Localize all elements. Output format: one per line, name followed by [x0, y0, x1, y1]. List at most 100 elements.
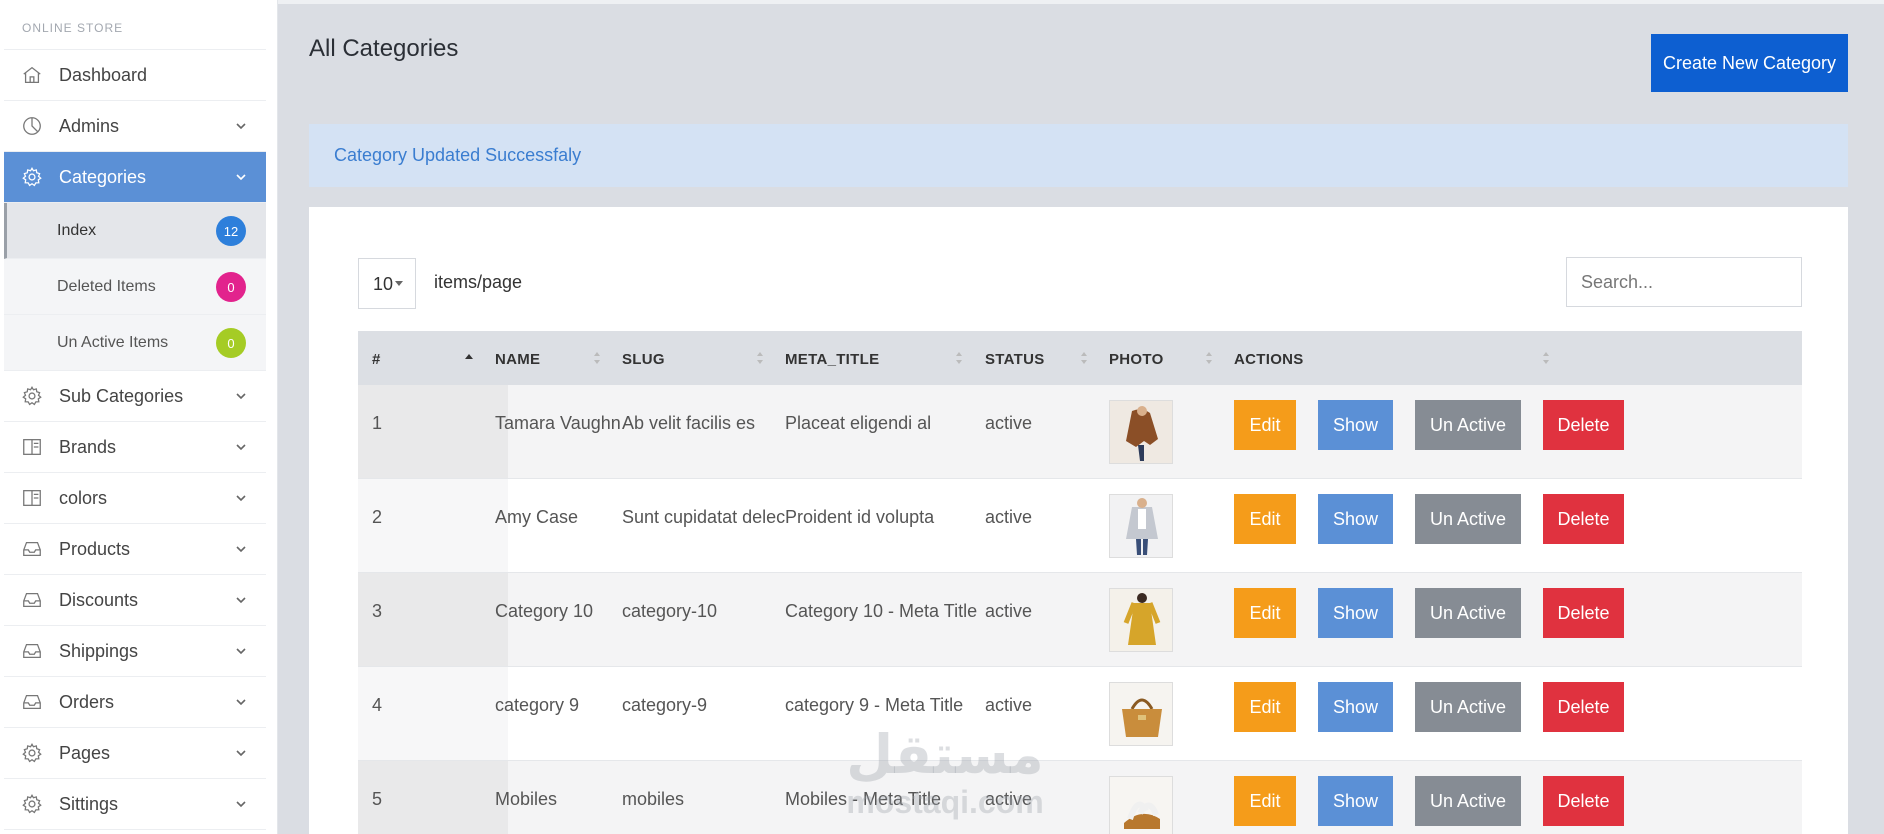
column-header-slug[interactable]: SLUG: [622, 331, 665, 385]
inbox-icon: [21, 691, 43, 713]
count-badge: 12: [216, 216, 246, 246]
cell-meta-title: Mobiles - Meta Title: [785, 789, 942, 809]
unactive-button[interactable]: Un Active: [1415, 588, 1521, 638]
show-button[interactable]: Show: [1318, 494, 1393, 544]
show-button[interactable]: Show: [1318, 400, 1393, 450]
sidebar-nav: ONLINE STORE Dashboard Admins Categories…: [4, 0, 266, 830]
edit-button[interactable]: Edit: [1234, 400, 1296, 450]
chevron-down-icon: [236, 495, 246, 502]
sidebar-item-discounts[interactable]: Discounts: [4, 575, 266, 626]
chevron-down-icon: [236, 597, 246, 604]
count-badge: 0: [216, 328, 246, 358]
sidebar-item-label: Dashboard: [59, 64, 148, 85]
gear-icon: [21, 742, 43, 764]
cell-status: active: [985, 507, 1033, 527]
home-icon: [21, 64, 43, 86]
edit-button[interactable]: Edit: [1234, 588, 1296, 638]
sidebar-item-brands[interactable]: Brands: [4, 422, 266, 473]
chevron-down-icon: [236, 750, 246, 757]
cell-status: active: [985, 413, 1033, 433]
grey-coat-photo: [1109, 494, 1173, 558]
sidebar-item-label: Orders: [59, 691, 115, 712]
sidebar-item-label: Admins: [59, 115, 120, 136]
edit-button[interactable]: Edit: [1234, 494, 1296, 544]
success-alert: Category Updated Successfaly: [309, 124, 1848, 187]
sidebar-item-orders[interactable]: Orders: [4, 677, 266, 728]
create-category-button[interactable]: Create New Category: [1651, 34, 1848, 92]
cell-id: 2: [372, 507, 383, 527]
cell-id: 1: [372, 413, 383, 433]
yellow-dress-photo: [1109, 588, 1173, 652]
column-header-actions[interactable]: ACTIONS: [1234, 331, 1304, 385]
page-title: All Categories: [309, 35, 459, 62]
delete-button[interactable]: Delete: [1543, 682, 1624, 732]
sidebar-item-categories[interactable]: Categories: [4, 152, 266, 203]
cell-status: active: [985, 601, 1033, 621]
unactive-button[interactable]: Un Active: [1415, 400, 1521, 450]
columns-icon: [21, 436, 43, 458]
table-row: 3 Category 10 category-10 Category 10 - …: [358, 573, 1802, 667]
sort-icon: [757, 352, 763, 364]
per-page-select[interactable]: 10: [358, 258, 416, 309]
subitem-index[interactable]: Index 12: [4, 203, 266, 259]
chevron-down-icon: [236, 699, 246, 706]
unactive-button[interactable]: Un Active: [1415, 776, 1521, 826]
sort-icon: [1206, 352, 1212, 364]
sidebar-item-sub-categories[interactable]: Sub Categories: [4, 371, 266, 422]
edit-button[interactable]: Edit: [1234, 776, 1296, 826]
sidebar-item-label: Brands: [59, 436, 117, 457]
sidebar-item-colors[interactable]: colors: [4, 473, 266, 524]
column-header-status[interactable]: STATUS: [985, 331, 1045, 385]
column-header-id[interactable]: #: [372, 331, 381, 385]
edit-button[interactable]: Edit: [1234, 682, 1296, 732]
unactive-button[interactable]: Un Active: [1415, 682, 1521, 732]
show-button[interactable]: Show: [1318, 588, 1393, 638]
subitem-label: Deleted Items: [57, 277, 156, 295]
chevron-down-icon: [236, 393, 246, 400]
caret-down-icon: [395, 281, 403, 286]
table-row: 4 category 9 category-9 category 9 - Met…: [358, 667, 1802, 761]
delete-button[interactable]: Delete: [1543, 588, 1624, 638]
sandal-photo: [1109, 776, 1173, 834]
cell-meta-title: Placeat eligendi al: [785, 413, 932, 433]
cell-id: 4: [372, 695, 383, 715]
cell-status: active: [985, 789, 1033, 809]
sidebar-item-shippings[interactable]: Shippings: [4, 626, 266, 677]
column-header-photo[interactable]: PHOTO: [1109, 331, 1164, 385]
subitem-unactive-items[interactable]: Un Active Items 0: [4, 315, 266, 371]
inbox-icon: [21, 589, 43, 611]
sort-icon: [594, 352, 600, 364]
show-button[interactable]: Show: [1318, 776, 1393, 826]
delete-button[interactable]: Delete: [1543, 400, 1624, 450]
column-header-meta-title[interactable]: META_TITLE: [785, 331, 879, 385]
cell-meta-title: Category 10 - Meta Title: [785, 601, 978, 621]
sidebar: ONLINE STORE Dashboard Admins Categories…: [0, 0, 278, 834]
gear-icon: [21, 793, 43, 815]
sidebar-item-label: Categories: [59, 166, 147, 187]
delete-button[interactable]: Delete: [1543, 494, 1624, 544]
sidebar-item-sittings[interactable]: Sittings: [4, 779, 266, 830]
unactive-button[interactable]: Un Active: [1415, 494, 1521, 544]
sidebar-item-products[interactable]: Products: [4, 524, 266, 575]
cell-name: Mobiles: [495, 789, 558, 809]
cell-slug: Sunt cupidatat delec: [622, 507, 786, 527]
sort-icon: [1081, 352, 1087, 364]
search-input[interactable]: [1566, 257, 1802, 307]
show-button[interactable]: Show: [1318, 682, 1393, 732]
sort-asc-icon: [465, 354, 473, 359]
column-header-name[interactable]: NAME: [495, 331, 540, 385]
sidebar-item-label: Sub Categories: [59, 385, 184, 406]
delete-button[interactable]: Delete: [1543, 776, 1624, 826]
sidebar-item-label: Shippings: [59, 640, 139, 661]
sidebar-item-dashboard[interactable]: Dashboard: [4, 50, 266, 101]
cell-name: Tamara Vaughn: [495, 413, 621, 433]
subitem-deleted-items[interactable]: Deleted Items 0: [4, 259, 266, 315]
sidebar-item-admins[interactable]: Admins: [4, 101, 266, 152]
chevron-down-icon: [236, 648, 246, 655]
table-card: 10 items/page # NAME SLUG META_TITLE STA…: [309, 207, 1848, 834]
brand-label: ONLINE STORE: [4, 0, 266, 50]
chevron-down-icon: [236, 174, 246, 181]
sidebar-item-pages[interactable]: Pages: [4, 728, 266, 779]
brown-coat-photo: [1109, 400, 1173, 464]
cell-meta-title: category 9 - Meta Title: [785, 695, 964, 715]
